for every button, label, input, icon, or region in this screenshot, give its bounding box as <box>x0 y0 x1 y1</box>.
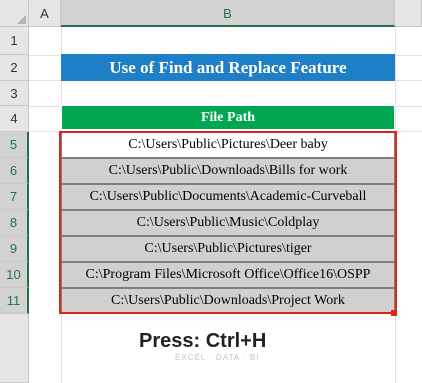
row-header-10[interactable]: 10 <box>0 262 29 288</box>
row-header-5[interactable]: 5 <box>0 132 29 158</box>
select-all-corner[interactable] <box>0 0 29 27</box>
row-header-9[interactable]: 9 <box>0 236 29 262</box>
row-header-3[interactable]: 3 <box>0 81 29 106</box>
table-cell[interactable]: C:\Users\Public\Downloads\Project Work <box>61 288 395 314</box>
row-header-11[interactable]: 11 <box>0 288 29 314</box>
table-cell[interactable]: C:\Users\Public\Documents\Academic-Curve… <box>61 184 395 210</box>
sheet-title[interactable]: Use of Find and Replace Feature <box>61 54 395 81</box>
row-header-12[interactable] <box>0 314 29 383</box>
row-header-2[interactable]: 2 <box>0 55 29 81</box>
row-header-6[interactable]: 6 <box>0 158 29 184</box>
column-header-b[interactable]: B <box>61 0 395 27</box>
column-header-a[interactable]: A <box>29 0 61 27</box>
shortcut-instruction: Press: Ctrl+H <box>139 330 267 352</box>
column-header-c[interactable] <box>395 0 422 27</box>
row-header-1[interactable]: 1 <box>0 27 29 55</box>
table-cell[interactable]: C:\Users\Public\Pictures\Deer baby <box>61 132 395 158</box>
fill-handle[interactable] <box>391 310 397 316</box>
watermark: EXCEL · DATA · BI <box>175 353 260 362</box>
table-cell[interactable]: C:\Users\Public\Pictures\tiger <box>61 236 395 262</box>
select-all-triangle <box>17 15 26 24</box>
row-header-7[interactable]: 7 <box>0 184 29 210</box>
row-header-4[interactable]: 4 <box>0 106 29 132</box>
table-cell[interactable]: C:\Users\Public\Music\Coldplay <box>61 210 395 236</box>
table-header-file-path[interactable]: File Path <box>61 105 395 130</box>
row-header-8[interactable]: 8 <box>0 210 29 236</box>
gridline <box>395 27 396 383</box>
table-cell[interactable]: C:\Program Files\Microsoft Office\Office… <box>61 262 395 288</box>
table-cell[interactable]: C:\Users\Public\Downloads\Bills for work <box>61 158 395 184</box>
